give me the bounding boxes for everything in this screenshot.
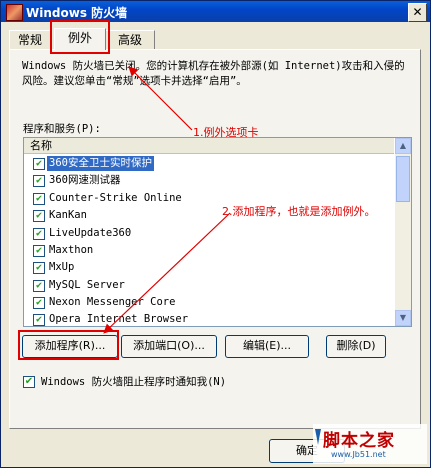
add-program-annotation: 2.添加程序，也就是添加例外。	[222, 205, 376, 218]
list-item[interactable]: ✔ MxUp	[24, 259, 394, 276]
list-item[interactable]: ✔ 360网速测试器	[24, 172, 394, 189]
checkbox[interactable]: ✔	[33, 245, 45, 257]
column-header-name[interactable]: 名称	[24, 138, 394, 154]
window-title: Windows 防火墙	[26, 6, 128, 20]
list-item-label: 360网速测试器	[49, 174, 121, 186]
firewall-off-warning: Windows 防火墙已关闭。您的计算机存在被外部源(如 Internet)攻击…	[22, 60, 405, 87]
close-button[interactable]: ✕	[408, 3, 427, 22]
site-watermark: 脚本之家 www.Jb51.net	[313, 424, 427, 464]
scroll-thumb[interactable]	[396, 156, 410, 202]
list-item[interactable]: ✔ MySQL Server	[24, 277, 394, 294]
programs-list[interactable]: 名称 ✔ 360安全卫士实时保护 ✔ 360网速测试器 ✔ Counter-St…	[23, 137, 412, 327]
list-item-label: MxUp	[49, 261, 75, 273]
checkbox[interactable]: ✔	[33, 262, 45, 274]
list-item-label: Opera Internet Browser	[49, 313, 189, 325]
button-highlight-box	[18, 330, 119, 360]
checkbox[interactable]: ✔	[33, 314, 45, 326]
tab-advanced[interactable]: 高级	[105, 30, 155, 49]
notify-checkbox[interactable]: ✔	[23, 376, 35, 388]
programs-label: 程序和服务(P):	[23, 123, 101, 135]
checkbox[interactable]: ✔	[33, 210, 45, 222]
scroll-down-icon[interactable]: ▼	[395, 310, 411, 326]
tab-general[interactable]: 常规	[9, 30, 51, 49]
pen-icon	[315, 429, 321, 445]
add-port-button[interactable]: 添加端口(O)...	[121, 335, 217, 358]
list-item[interactable]: ✔ 360安全卫士实时保护	[24, 155, 394, 172]
checkbox[interactable]: ✔	[33, 228, 45, 240]
list-item[interactable]: ✔ Opera Internet Browser	[24, 311, 394, 326]
list-item[interactable]: ✔ LiveUpdate360	[24, 225, 394, 242]
checkbox[interactable]: ✔	[33, 158, 45, 170]
list-item-label: Maxthon	[49, 244, 94, 256]
firewall-icon	[6, 4, 23, 21]
checkbox[interactable]: ✔	[33, 297, 45, 309]
firewall-window: Windows 防火墙 ✕ 常规 例外 高级 Windows 防火墙已关闭。您的…	[0, 0, 431, 468]
list-item-label: 360安全卫士实时保护	[47, 156, 154, 171]
list-item-label: MySQL Server	[49, 279, 125, 291]
tab-annotation: 1.例外选项卡	[193, 126, 259, 139]
list-item-label: LiveUpdate360	[49, 227, 132, 239]
watermark-title: 脚本之家	[323, 431, 395, 451]
watermark-url: www.Jb51.net	[331, 450, 386, 459]
edit-button[interactable]: 编辑(E)...	[225, 335, 309, 358]
list-item[interactable]: ✔ Maxthon	[24, 242, 394, 259]
list-item-label: KanKan	[49, 209, 87, 221]
delete-button[interactable]: 删除(D)	[326, 335, 386, 358]
checkbox[interactable]: ✔	[33, 193, 45, 205]
list-item-label: Counter-Strike Online	[49, 192, 182, 204]
scroll-up-icon[interactable]: ▲	[395, 138, 411, 154]
title-bar[interactable]: Windows 防火墙 ✕	[1, 1, 430, 22]
list-scrollbar[interactable]: ▲ ▼	[395, 138, 411, 326]
checkbox[interactable]: ✔	[33, 280, 45, 292]
checkbox[interactable]: ✔	[33, 175, 45, 187]
notify-label: Windows 防火墙阻止程序时通知我(N)	[41, 376, 227, 388]
tab-exceptions[interactable]: 例外	[54, 28, 106, 50]
list-item[interactable]: ✔ Nexon Messenger Core	[24, 294, 394, 311]
list-item-label: Nexon Messenger Core	[49, 296, 176, 308]
